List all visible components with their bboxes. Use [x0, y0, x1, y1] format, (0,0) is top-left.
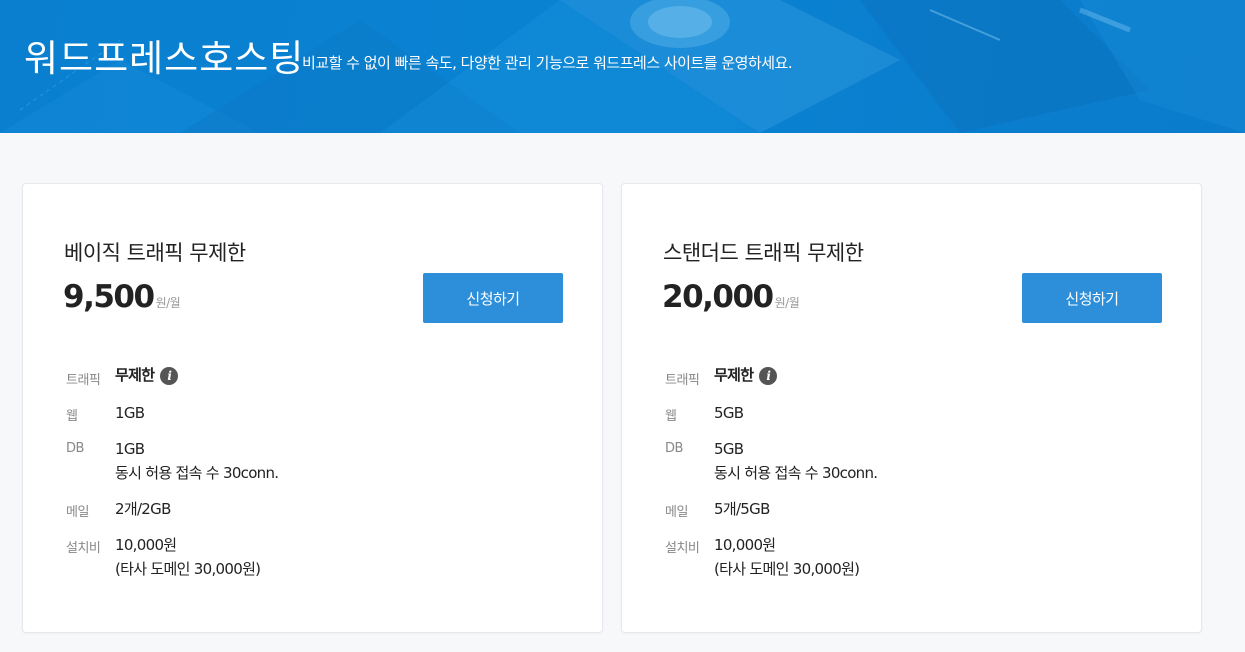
price-unit: 원/월 — [774, 296, 800, 310]
spec-label-web: 웹 — [66, 409, 78, 424]
apply-button[interactable]: 신청하기 — [423, 273, 563, 323]
spec-value-web: 5GB — [714, 404, 744, 422]
spec-value-setup: 10,000원 — [714, 536, 776, 554]
info-icon[interactable]: i — [160, 366, 179, 385]
plan-card-basic: 베이직 트래픽 무제한 9,500 원/월 신청하기 트래픽 무제한 i 웹 1GB… — [22, 183, 603, 633]
spec-label-traffic: 트래픽 — [665, 373, 700, 388]
info-icon[interactable]: i — [759, 366, 778, 385]
plan-name: 베이직 트래픽 무제한 — [64, 241, 246, 265]
apply-button[interactable]: 신청하기 — [1022, 273, 1162, 323]
plan-name: 스탠더드 트래픽 무제한 — [663, 241, 864, 265]
spec-value-mail: 5개/5GB — [714, 500, 770, 518]
spec-label-setup: 설치비 — [665, 541, 700, 556]
spec-value-setup: 10,000원 — [115, 536, 177, 554]
spec-value-db-conn: 동시 허용 접속 수 30conn. — [714, 464, 878, 482]
spec-label-db: DB — [665, 441, 683, 456]
spec-value-web: 1GB — [115, 404, 145, 422]
spec-value-traffic: 무제한 i — [115, 363, 179, 387]
spec-value-db: 1GB — [115, 440, 145, 458]
price-unit: 원/월 — [155, 296, 181, 310]
spec-value-db-conn: 동시 허용 접속 수 30conn. — [115, 464, 279, 482]
spec-label-mail: 메일 — [665, 505, 688, 520]
spec-label-db: DB — [66, 441, 84, 456]
spec-label-traffic: 트래픽 — [66, 373, 101, 388]
spec-label-mail: 메일 — [66, 505, 89, 520]
plan-price: 20,000 원/월 — [662, 279, 800, 315]
spec-value-setup-note: (타사 도메인 30,000원) — [115, 560, 261, 578]
traffic-value: 무제한 — [115, 366, 155, 384]
plan-card-standard: 스탠더드 트래픽 무제한 20,000 원/월 신청하기 트래픽 무제한 i 웹 5… — [621, 183, 1202, 633]
price-amount: 20,000 — [662, 279, 774, 315]
page-subtitle: 비교할 수 없이 빠른 속도, 다양한 관리 기능으로 워드프레스 사이트를 운… — [302, 54, 793, 72]
spec-value-traffic: 무제한 i — [714, 363, 778, 387]
plan-price: 9,500 원/월 — [63, 279, 181, 315]
spec-label-setup: 설치비 — [66, 541, 101, 556]
traffic-value: 무제한 — [714, 366, 754, 384]
hero-banner: 워드프레스호스팅 비교할 수 없이 빠른 속도, 다양한 관리 기능으로 워드프… — [0, 0, 1245, 133]
spec-value-setup-note: (타사 도메인 30,000원) — [714, 560, 860, 578]
spec-value-db: 5GB — [714, 440, 744, 458]
spec-value-mail: 2개/2GB — [115, 500, 171, 518]
spec-label-web: 웹 — [665, 409, 677, 424]
price-amount: 9,500 — [63, 279, 155, 315]
page-title: 워드프레스호스팅 — [24, 37, 305, 80]
